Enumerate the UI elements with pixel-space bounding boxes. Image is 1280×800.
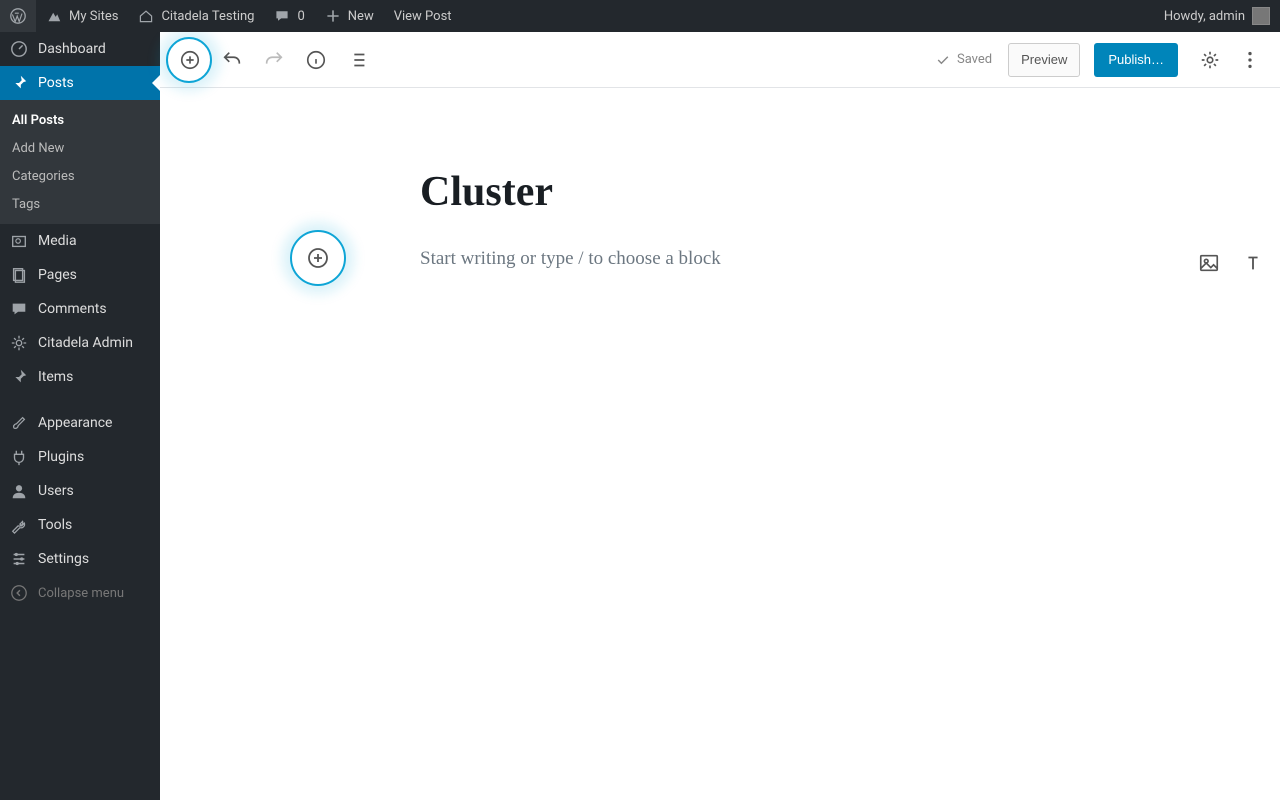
my-sites-label: My Sites (69, 9, 118, 24)
menu-comments[interactable]: Comments (0, 292, 160, 326)
outline-button[interactable] (340, 42, 376, 78)
editor-toolbar: Saved Preview Publish… (160, 32, 1280, 88)
howdy-label: Howdy, admin (1164, 9, 1245, 24)
my-sites[interactable]: My Sites (36, 0, 128, 32)
menu-posts[interactable]: Posts (0, 66, 160, 100)
quick-insert-image[interactable] (1196, 250, 1222, 276)
comment-icon (274, 8, 290, 24)
wrench-icon (10, 516, 28, 534)
plus-icon (325, 8, 341, 24)
menu-items[interactable]: Items (0, 360, 160, 394)
info-icon (305, 49, 327, 71)
menu-plugins[interactable]: Plugins (0, 440, 160, 474)
plus-circle-icon (179, 49, 201, 71)
menu-appearance[interactable]: Appearance (0, 406, 160, 440)
menu-tools[interactable]: Tools (0, 508, 160, 542)
add-block-button[interactable] (172, 42, 208, 78)
admin-sidebar: Dashboard Posts All Posts Add New Catego… (0, 32, 160, 800)
menu-dashboard[interactable]: Dashboard (0, 32, 160, 66)
undo-button[interactable] (214, 42, 250, 78)
preview-button[interactable]: Preview (1008, 43, 1080, 77)
menu-pages[interactable]: Pages (0, 258, 160, 292)
user-icon (10, 482, 28, 500)
brush-icon (10, 414, 28, 432)
submenu-add-new[interactable]: Add New (0, 134, 160, 162)
publish-button[interactable]: Publish… (1094, 43, 1178, 77)
site-name-label: Citadela Testing (161, 9, 254, 24)
list-icon (347, 49, 369, 71)
pages-icon (10, 266, 28, 284)
submenu-all-posts[interactable]: All Posts (0, 106, 160, 134)
quick-insert-heading[interactable] (1240, 250, 1266, 276)
redo-icon (263, 49, 285, 71)
block-placeholder[interactable]: Start writing or type / to choose a bloc… (420, 248, 721, 269)
dashboard-label: Dashboard (38, 41, 106, 57)
submenu-tags[interactable]: Tags (0, 190, 160, 218)
menu-settings[interactable]: Settings (0, 542, 160, 576)
dashboard-icon (10, 40, 28, 58)
check-icon (935, 52, 951, 68)
image-icon (1198, 252, 1220, 274)
posts-label: Posts (38, 75, 74, 91)
heading-icon (1242, 252, 1264, 274)
menu-users[interactable]: Users (0, 474, 160, 508)
avatar (1252, 7, 1270, 25)
media-icon (10, 232, 28, 250)
block-editor: Saved Preview Publish… Cluster (160, 32, 1280, 800)
site-link[interactable]: Citadela Testing (128, 0, 264, 32)
view-post-link[interactable]: View Post (384, 0, 462, 32)
settings-button[interactable] (1192, 42, 1228, 78)
post-title[interactable]: Cluster (400, 168, 1040, 216)
gear-icon (10, 334, 28, 352)
home-icon (138, 8, 154, 24)
comments-link[interactable]: 0 (264, 0, 314, 32)
new-label: New (348, 9, 374, 24)
adminbar: My Sites Citadela Testing 0 New View Pos… (0, 0, 1280, 32)
comments-icon (10, 300, 28, 318)
pin-icon (10, 74, 28, 92)
plus-circle-icon (306, 246, 330, 270)
inline-add-block-button[interactable] (300, 240, 336, 276)
posts-submenu: All Posts Add New Categories Tags (0, 100, 160, 224)
view-post-label: View Post (394, 9, 452, 24)
more-vertical-icon (1239, 49, 1261, 71)
submenu-categories[interactable]: Categories (0, 162, 160, 190)
multisite-icon (46, 8, 62, 24)
undo-icon (221, 49, 243, 71)
pin-icon (10, 368, 28, 386)
menu-citadela-admin[interactable]: Citadela Admin (0, 326, 160, 360)
sliders-icon (10, 550, 28, 568)
gear-icon (1199, 49, 1221, 71)
more-options-button[interactable] (1232, 42, 1268, 78)
editor-canvas[interactable]: Cluster Start writing or type / to choos… (160, 88, 1280, 800)
collapse-icon (10, 584, 28, 602)
content-info-button[interactable] (298, 42, 334, 78)
new-link[interactable]: New (315, 0, 384, 32)
wp-logo[interactable] (0, 0, 36, 32)
saved-indicator: Saved (925, 52, 1002, 68)
collapse-menu[interactable]: Collapse menu (0, 576, 160, 610)
comments-count: 0 (297, 9, 304, 24)
menu-media[interactable]: Media (0, 224, 160, 258)
account-link[interactable]: Howdy, admin (1154, 0, 1280, 32)
plug-icon (10, 448, 28, 466)
redo-button[interactable] (256, 42, 292, 78)
wordpress-icon (10, 8, 26, 24)
